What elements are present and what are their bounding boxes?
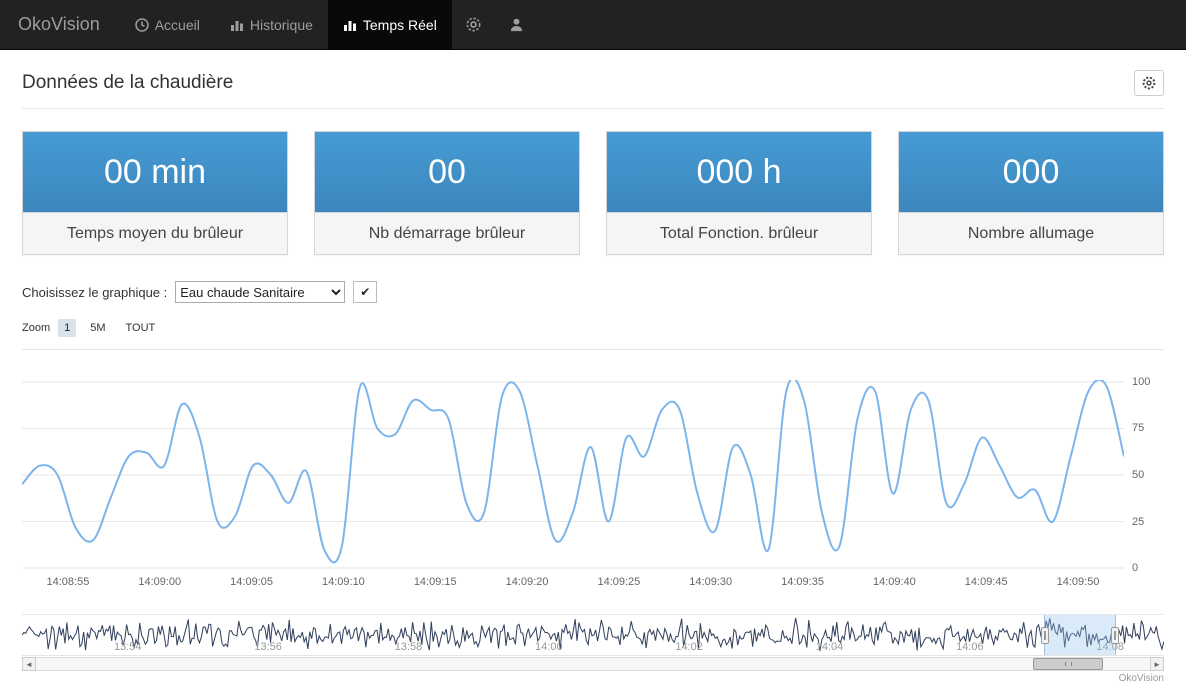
main-chart-svg xyxy=(22,380,1124,569)
main-chart-plot[interactable] xyxy=(22,380,1124,570)
nav-user-button[interactable] xyxy=(495,0,538,49)
gear-icon xyxy=(1142,76,1156,90)
navigator-left-handle[interactable] xyxy=(1041,627,1050,644)
x-tick: 14:09:40 xyxy=(872,576,916,588)
zoom-button-5m[interactable]: 5M xyxy=(84,319,111,337)
card-nombre-allumage: 000 Nombre allumage xyxy=(898,131,1164,255)
x-tick: 14:09:45 xyxy=(964,576,1008,588)
navigator-scrollbar[interactable]: ◄ ► xyxy=(22,657,1164,671)
main-chart: 100 75 50 25 0 14:08:55 14:09:00 14:09:0… xyxy=(22,376,1164,588)
brand[interactable]: OkoVision xyxy=(0,0,120,49)
x-tick: 14:09:10 xyxy=(321,576,365,588)
nav-label-temps-reel: Temps Réel xyxy=(362,16,437,33)
page-content: Données de la chaudière 00 min Temps moy… xyxy=(0,50,1186,671)
nav-item-temps-reel[interactable]: Temps Réel xyxy=(327,0,452,49)
scrollbar-left-arrow[interactable]: ◄ xyxy=(22,657,36,671)
nav-gear-button[interactable] xyxy=(452,0,495,49)
x-tick: 14:09:00 xyxy=(138,576,182,588)
card-total-fonction: 000 h Total Fonction. brûleur xyxy=(606,131,872,255)
zoom-button-tout[interactable]: TOUT xyxy=(120,319,162,337)
navigator-svg xyxy=(22,617,1164,652)
y-tick: 25 xyxy=(1132,516,1145,528)
card-label: Nombre allumage xyxy=(899,212,1163,254)
card-value: 00 min xyxy=(23,132,287,212)
card-value: 000 h xyxy=(607,132,871,212)
page-title: Données de la chaudière xyxy=(22,72,234,93)
card-temps-moyen: 00 min Temps moyen du brûleur xyxy=(22,131,288,255)
x-tick: 14:09:20 xyxy=(505,576,549,588)
top-navbar: OkoVision Accueil Historique Temps Réel xyxy=(0,0,1186,50)
navigator[interactable]: 13:54 13:56 13:58 14:00 14:02 14:04 14:0… xyxy=(22,614,1164,656)
user-icon xyxy=(510,18,522,32)
scrollbar-right-arrow[interactable]: ► xyxy=(1150,657,1164,671)
x-tick: 14:09:15 xyxy=(413,576,457,588)
page-header: Données de la chaudière xyxy=(22,50,1164,109)
y-tick: 0 xyxy=(1132,562,1139,574)
x-tick: 14:09:05 xyxy=(230,576,273,588)
card-label: Total Fonction. brûleur xyxy=(607,212,871,254)
chart-select-row: Choisissez le graphique : Eau chaude San… xyxy=(22,281,1164,303)
zoom-controls: Zoom 1 5M TOUT xyxy=(22,319,1164,337)
bar-chart-icon xyxy=(343,20,356,31)
divider xyxy=(22,349,1164,350)
check-icon: ✔ xyxy=(360,285,371,299)
nav-item-historique[interactable]: Historique xyxy=(215,0,328,49)
x-tick: 14:09:35 xyxy=(781,576,824,588)
card-nb-demarrage: 00 Nb démarrage brûleur xyxy=(314,131,580,255)
bar-chart-icon xyxy=(230,20,243,31)
confirm-button[interactable]: ✔ xyxy=(353,281,378,303)
x-tick: 14:09:50 xyxy=(1056,576,1100,588)
x-axis-labels: 14:08:55 14:09:00 14:09:05 14:09:10 14:0… xyxy=(22,576,1124,588)
settings-button[interactable] xyxy=(1134,70,1164,96)
x-tick: 14:09:25 xyxy=(597,576,641,588)
scrollbar-thumb[interactable] xyxy=(1033,658,1104,670)
footer-credit: OkoVision xyxy=(1118,673,1164,684)
navigator-selected-range[interactable] xyxy=(1041,615,1120,655)
main-series-line xyxy=(22,380,1124,564)
navigator-right-handle[interactable] xyxy=(1111,627,1120,644)
nav-label-accueil: Accueil xyxy=(154,16,200,33)
zoom-label: Zoom xyxy=(22,322,51,334)
scrollbar-track[interactable] xyxy=(36,657,1150,671)
stat-cards: 00 min Temps moyen du brûleur 00 Nb déma… xyxy=(22,131,1164,255)
nav-item-accueil[interactable]: Accueil xyxy=(120,0,215,49)
chart-select[interactable]: Eau chaude Sanitaire xyxy=(175,281,346,303)
y-tick: 100 xyxy=(1132,376,1151,388)
y-tick: 75 xyxy=(1132,422,1145,434)
zoom-button-1[interactable]: 1 xyxy=(58,319,77,337)
clock-icon xyxy=(134,17,149,32)
x-tick: 14:09:30 xyxy=(689,576,733,588)
card-value: 00 xyxy=(315,132,579,212)
y-axis-labels: 100 75 50 25 0 xyxy=(1124,376,1164,574)
app-root: OkoVision Accueil Historique Temps Réel xyxy=(0,0,1186,684)
y-tick: 50 xyxy=(1132,469,1145,481)
chart-select-label: Choisissez le graphique : xyxy=(22,284,168,300)
nav-label-historique: Historique xyxy=(249,16,313,33)
card-value: 000 xyxy=(899,132,1163,212)
card-label: Nb démarrage brûleur xyxy=(315,212,579,254)
x-tick: 14:08:55 xyxy=(46,576,90,588)
card-label: Temps moyen du brûleur xyxy=(23,212,287,254)
navigator-series-line xyxy=(22,617,1164,652)
gear-icon xyxy=(466,17,481,32)
